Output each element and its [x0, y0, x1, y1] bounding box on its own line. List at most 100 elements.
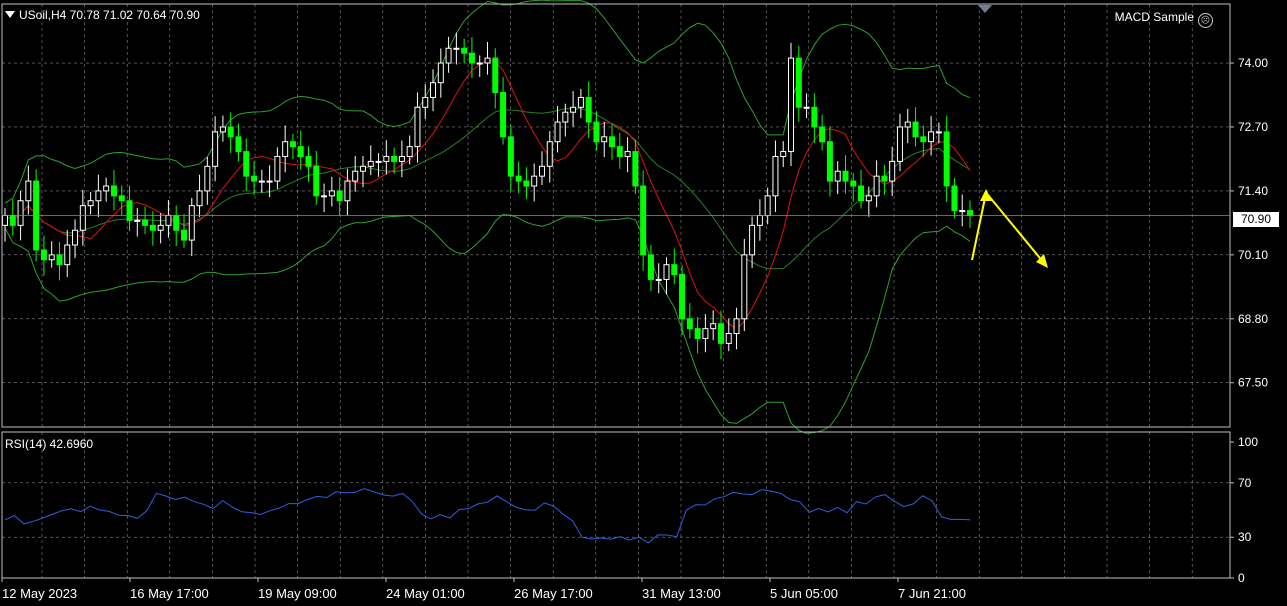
candle-bearish — [391, 155, 398, 162]
candle-bullish — [87, 200, 94, 207]
trend-arrows[interactable] — [971, 189, 1048, 268]
candle-bullish — [258, 180, 265, 183]
arrow-down-line[interactable] — [987, 194, 1045, 264]
candle-bullish — [212, 131, 219, 167]
candle-bearish — [881, 175, 888, 182]
rsi-axis-label: 30 — [1238, 530, 1252, 544]
candle-bullish — [624, 151, 631, 157]
time-axis-label: 7 Jun 21:00 — [898, 586, 966, 601]
candle-bullish — [554, 121, 561, 143]
candle-bullish — [398, 155, 405, 162]
candle-bearish — [943, 131, 950, 187]
candle-bullish — [562, 111, 569, 123]
candle-bearish — [795, 57, 802, 108]
candle-bullish — [72, 229, 79, 246]
price-axis-label: 71.40 — [1238, 184, 1268, 198]
candle-bullish — [321, 195, 328, 198]
candle-bearish — [686, 318, 693, 330]
candle-bullish — [655, 278, 662, 281]
rsi-line — [4, 488, 971, 544]
price-axis-label: 67.50 — [1238, 376, 1268, 390]
current-price-tag: 70.90 — [1233, 212, 1279, 227]
candle-bearish — [632, 151, 639, 187]
candle-bullish — [476, 62, 483, 65]
candle-bullish — [359, 165, 366, 172]
candle-bullish — [196, 190, 203, 207]
candle-bullish — [741, 254, 748, 320]
candle-bullish — [134, 219, 141, 222]
candle-bullish — [772, 155, 779, 197]
candle-bullish — [538, 165, 545, 177]
candle-bullish — [219, 126, 226, 133]
chart-canvas[interactable]: 74.00 72.70 71.40 70.10 68.80 67.50 100 70 30 0 12… — [0, 0, 1287, 606]
candle-bullish — [453, 47, 460, 50]
expert-advisor-label[interactable]: MACD Sample ☹ — [1115, 10, 1213, 28]
candle-bearish — [640, 185, 647, 256]
candle-bullish — [95, 190, 102, 202]
candle-bearish — [826, 141, 833, 182]
candle-bearish — [461, 47, 468, 54]
moving-average-line — [4, 59, 971, 330]
candle-bearish — [671, 264, 678, 276]
candle-bullish — [437, 62, 444, 84]
price-axis-label: 70.10 — [1238, 248, 1268, 262]
candle-bullish — [764, 195, 771, 216]
candle-bearish — [173, 215, 180, 231]
candle-bullish — [274, 155, 281, 182]
chart-shift-marker[interactable] — [978, 5, 992, 13]
candle-bearish — [507, 136, 514, 177]
candle-bearish — [336, 190, 343, 202]
time-axis-label: 26 May 17:00 — [514, 586, 593, 601]
candle-bullish — [896, 126, 903, 162]
candle-bullish — [546, 141, 553, 167]
bollinger-lower-band — [4, 213, 971, 434]
time-axis-label: 16 May 17:00 — [130, 586, 209, 601]
candle-bullish — [165, 215, 172, 226]
candle-bullish — [188, 205, 195, 241]
bollinger-middle-band — [4, 108, 971, 270]
candle-bullish — [64, 244, 71, 266]
candle-bearish — [850, 180, 857, 187]
candle-bullish — [935, 131, 942, 134]
candle-bearish — [56, 254, 63, 266]
candle-bearish — [235, 136, 242, 153]
candle-bullish — [430, 82, 437, 98]
candle-bullish — [865, 195, 872, 202]
candle-bearish — [811, 106, 818, 128]
time-axis-label: 12 May 2023 — [2, 586, 77, 601]
candle-bullish — [282, 141, 289, 157]
candle-bearish — [227, 126, 234, 138]
candle-bearish — [694, 328, 701, 339]
candle-bullish — [48, 254, 55, 261]
candle-bearish — [500, 92, 507, 138]
candle-bullish — [725, 333, 732, 344]
candle-bullish — [445, 47, 452, 64]
rsi-axis-label: 70 — [1238, 476, 1252, 490]
candle-bullish — [531, 175, 538, 187]
candle-bearish — [492, 57, 499, 94]
candle-bearish — [515, 175, 522, 182]
chart-axes: 74.00 72.70 71.40 70.10 68.80 67.50 100 70 30 0 12… — [1, 3, 1268, 601]
candle-bullish — [406, 146, 413, 157]
candle-bullish — [17, 200, 24, 226]
candle-bullish — [577, 96, 584, 108]
candle-bullish — [157, 224, 164, 231]
symbol-header[interactable]: USoil,H4 70.78 71.02 70.64 70.90 — [5, 8, 200, 22]
bollinger-upper-band — [4, 0, 971, 204]
candle-bullish — [803, 106, 810, 109]
price-axis-label: 74.00 — [1238, 56, 1268, 70]
candlestick-series — [2, 32, 973, 360]
candle-bullish — [710, 323, 717, 330]
candle-bullish — [663, 264, 670, 280]
candle-bullish — [422, 96, 429, 108]
candle-bullish — [103, 185, 110, 192]
chevron-down-icon[interactable] — [5, 11, 15, 18]
candle-bullish — [344, 180, 351, 202]
rsi-axis-label: 0 — [1238, 571, 1245, 585]
rsi-label: RSI(14) 42.6960 — [5, 437, 94, 451]
candle-bearish — [40, 249, 47, 261]
candle-bearish — [305, 155, 312, 167]
candle-bearish — [251, 175, 258, 182]
candle-bearish — [289, 141, 296, 148]
candle-bearish — [110, 185, 117, 197]
